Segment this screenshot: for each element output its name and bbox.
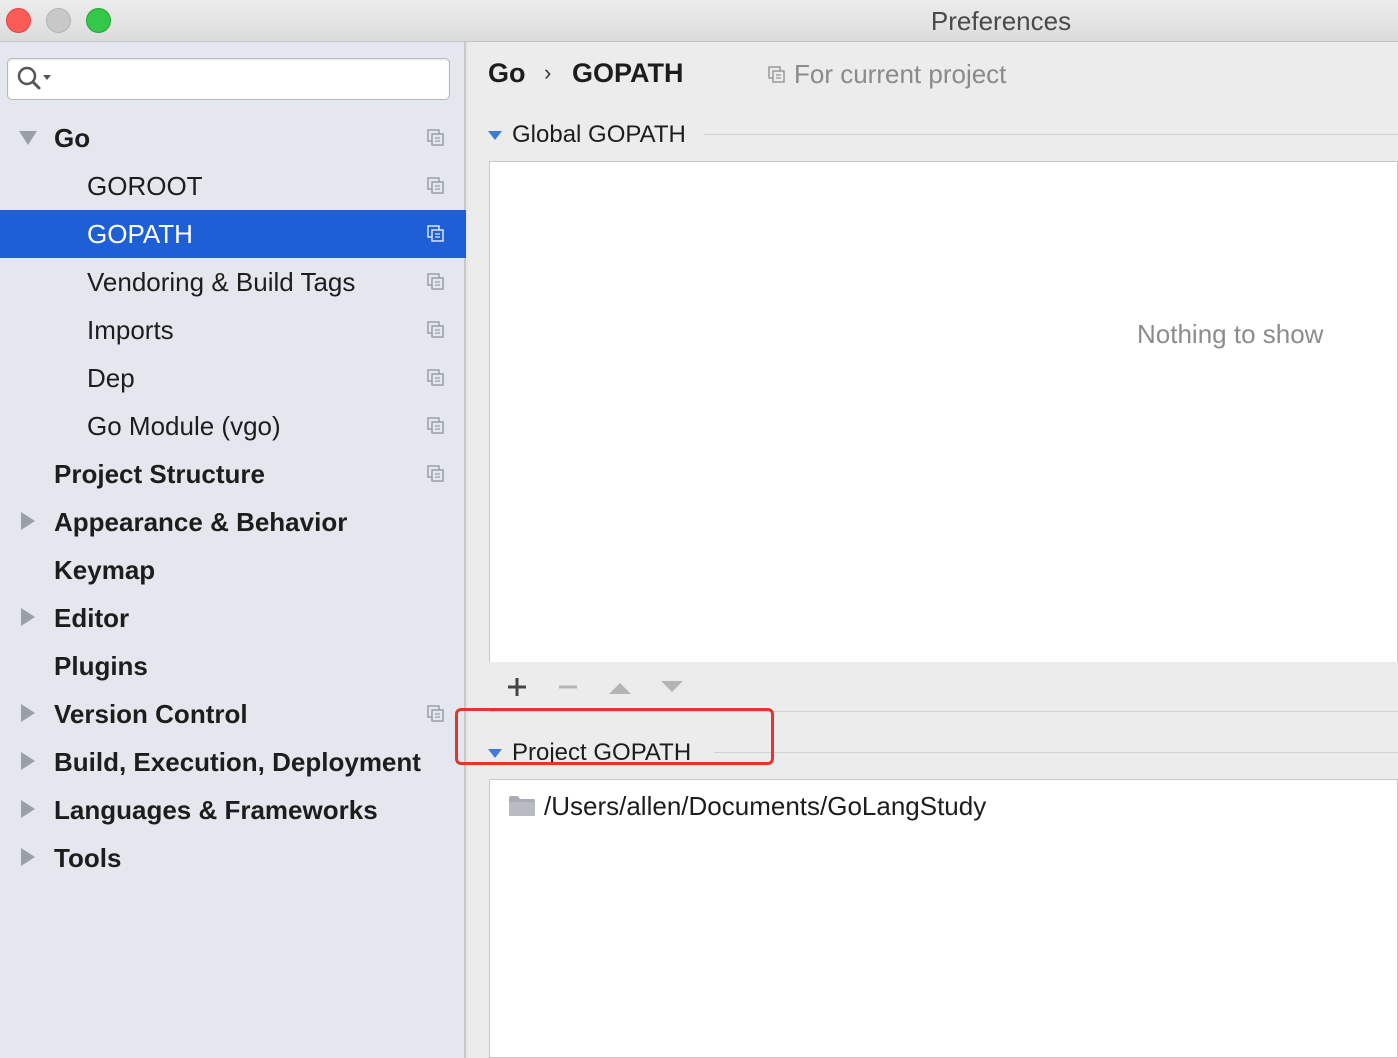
copy-icon xyxy=(768,65,785,83)
copy-icon xyxy=(427,465,444,482)
remove-icon[interactable] xyxy=(553,672,583,702)
sidebar-item-label: Plugins xyxy=(54,650,148,681)
search-icon xyxy=(17,66,51,90)
global-gopath-title[interactable]: Global GOPATH xyxy=(512,121,698,149)
copy-icon xyxy=(427,369,444,386)
sidebar-item-editor[interactable]: Editor xyxy=(0,594,466,642)
sidebar-item-build-execution-deployment[interactable]: Build, Execution, Deployment xyxy=(0,738,466,786)
sidebar-item-imports[interactable]: Imports xyxy=(0,306,466,354)
sidebar-item-appearance-behavior[interactable]: Appearance & Behavior xyxy=(0,498,466,546)
breadcrumb-current: GOPATH xyxy=(572,58,684,88)
sidebar-item-go-module-vgo[interactable]: Go Module (vgo) xyxy=(0,402,466,450)
sidebar-item-label: Version Control xyxy=(54,698,248,729)
expand-right-arrow-icon[interactable] xyxy=(18,606,38,628)
sidebar-item-label: GOPATH xyxy=(87,218,193,249)
sidebar-item-goroot[interactable]: GOROOT xyxy=(0,162,466,210)
expand-down-arrow-icon[interactable] xyxy=(18,126,38,148)
annotation-highlight xyxy=(455,708,774,765)
sidebar-item-label: Vendoring & Build Tags xyxy=(87,266,356,297)
global-gopath-list[interactable]: Nothing to show xyxy=(489,161,1398,663)
global-gopath-toolbar xyxy=(489,662,1398,712)
sidebar-item-label: Go xyxy=(54,122,91,153)
expand-right-arrow-icon[interactable] xyxy=(18,846,38,868)
sidebar-item-keymap[interactable]: Keymap xyxy=(0,546,466,594)
breadcrumb-separator: › xyxy=(544,60,552,85)
collapse-triangle-icon[interactable] xyxy=(488,131,502,140)
section-divider xyxy=(704,134,1398,135)
window-title: Preferences xyxy=(930,6,1072,36)
copy-icon xyxy=(427,273,444,290)
search-input[interactable] xyxy=(7,58,450,100)
move-down-icon[interactable] xyxy=(657,672,687,702)
gopath-entry-label: /Users/allen/Documents/GoLangStudy xyxy=(544,790,987,821)
sidebar-item-label: Build, Execution, Deployment xyxy=(54,746,421,777)
expand-right-arrow-icon[interactable] xyxy=(18,510,38,532)
section-divider xyxy=(714,752,1398,753)
sidebar-item-label: Tools xyxy=(54,842,122,873)
settings-content: Go › GOPATH For current project Global G… xyxy=(468,42,1398,1058)
sidebar-item-label: Keymap xyxy=(54,554,156,585)
expand-right-arrow-icon[interactable] xyxy=(18,750,38,772)
scope-indicator: For current project xyxy=(768,59,1006,90)
sidebar-item-plugins[interactable]: Plugins xyxy=(0,642,466,690)
sidebar-item-label: Imports xyxy=(87,314,174,345)
sidebar-item-label: Dep xyxy=(87,362,135,393)
sidebar-item-go[interactable]: Go xyxy=(0,114,466,162)
expand-right-arrow-icon[interactable] xyxy=(18,798,38,820)
breadcrumb-parent[interactable]: Go xyxy=(488,58,526,89)
project-gopath-list[interactable]: /Users/allen/Documents/GoLangStudy xyxy=(489,779,1398,1058)
copy-icon xyxy=(427,225,444,242)
copy-icon xyxy=(427,705,444,722)
copy-icon xyxy=(427,417,444,434)
sidebar-item-languages-frameworks[interactable]: Languages & Frameworks xyxy=(0,786,466,834)
settings-sidebar: Go GOROOT GOPATH Vendoring & Build Tags Impo… xyxy=(0,42,466,1058)
sidebar-item-label: Project Structure xyxy=(54,458,265,489)
scope-label: For current project xyxy=(794,59,1007,89)
sidebar-item-gopath[interactable]: GOPATH xyxy=(0,210,466,258)
list-item[interactable]: /Users/allen/Documents/GoLangStudy xyxy=(508,788,986,824)
empty-list-text: Nothing to show xyxy=(1137,319,1324,349)
sidebar-item-dep[interactable]: Dep xyxy=(0,354,466,402)
sidebar-item-label: Editor xyxy=(54,602,130,633)
expand-right-arrow-icon[interactable] xyxy=(18,702,38,724)
sidebar-item-version-control[interactable]: Version Control xyxy=(0,690,466,738)
sidebar-item-vendoring-build-tags[interactable]: Vendoring & Build Tags xyxy=(0,258,466,306)
copy-icon xyxy=(427,177,444,194)
move-up-icon[interactable] xyxy=(605,672,635,702)
sidebar-item-tools[interactable]: Tools xyxy=(0,834,466,882)
sidebar-item-label: GOROOT xyxy=(87,170,203,201)
copy-icon xyxy=(427,321,444,338)
add-icon[interactable] xyxy=(502,672,532,702)
sidebar-item-label: Appearance & Behavior xyxy=(54,506,348,537)
sidebar-item-label: Go Module (vgo) xyxy=(87,410,281,441)
sidebar-item-label: Languages & Frameworks xyxy=(54,794,378,825)
title-bar: Preferences xyxy=(0,0,1398,42)
copy-icon xyxy=(427,129,444,146)
folder-icon xyxy=(509,796,535,816)
sidebar-item-project-structure[interactable]: Project Structure xyxy=(0,450,466,498)
